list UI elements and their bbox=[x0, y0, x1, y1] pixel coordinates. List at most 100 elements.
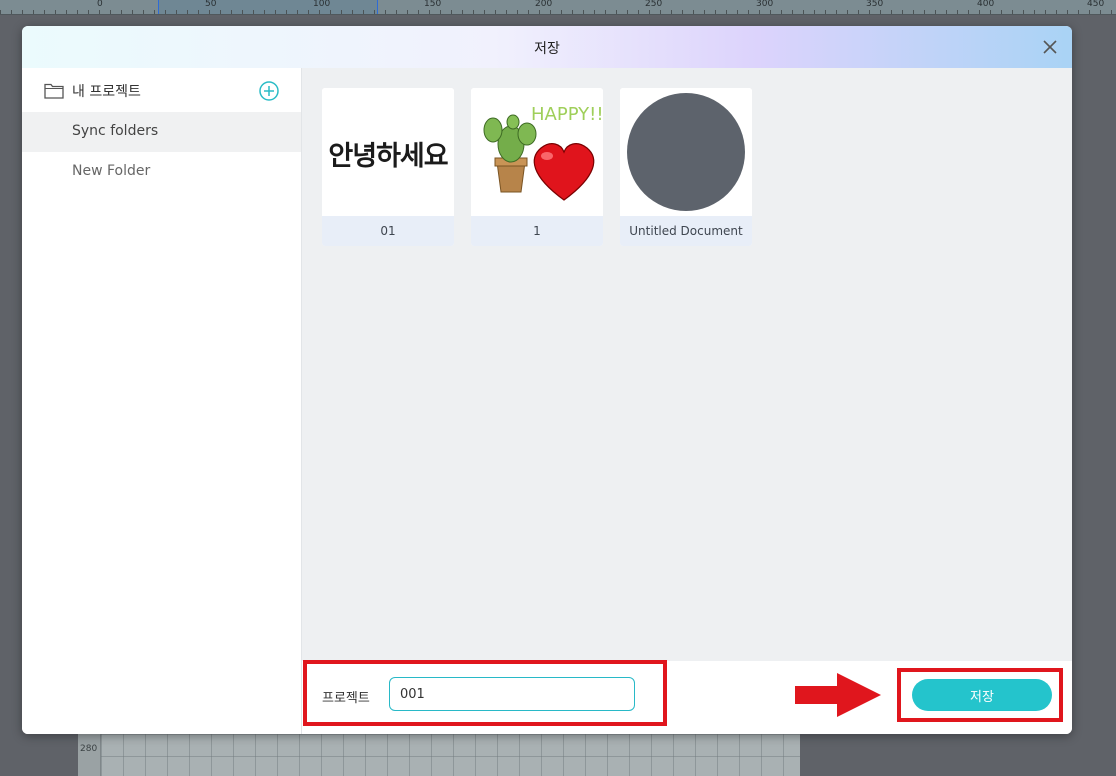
horizontal-ruler: 0 50 100 150 200 250 300 350 400 450 bbox=[0, 0, 1116, 15]
ruler-tick bbox=[1001, 10, 1002, 14]
ruler-tick bbox=[407, 10, 408, 14]
thumbnail-text: 안녕하세요 bbox=[328, 141, 448, 172]
ruler-tick bbox=[55, 10, 56, 14]
thumbnail-text: HAPPY!! bbox=[531, 104, 603, 125]
sidebar-item-label: New Folder bbox=[72, 163, 151, 179]
ruler-tick bbox=[968, 10, 969, 14]
cactus-heart-image: HAPPY!! bbox=[483, 104, 603, 201]
ruler-tick bbox=[990, 10, 991, 14]
ruler-tick bbox=[770, 10, 771, 14]
sidebar-item-sync-folders[interactable]: Sync folders bbox=[22, 112, 301, 152]
ruler-tick bbox=[1078, 10, 1079, 14]
ruler-tick bbox=[352, 10, 353, 14]
ruler-tick bbox=[572, 10, 573, 14]
ruler-tick bbox=[517, 10, 518, 14]
ruler-tick bbox=[385, 10, 386, 14]
ruler-tick bbox=[583, 10, 584, 14]
ruler-tick bbox=[1045, 10, 1046, 14]
ruler-tick bbox=[209, 10, 210, 14]
ruler-tick bbox=[737, 10, 738, 14]
ruler-tick bbox=[242, 10, 243, 14]
ruler-tick bbox=[550, 10, 551, 14]
ruler-tick bbox=[814, 10, 815, 14]
ruler-tick bbox=[671, 10, 672, 14]
ruler-tick bbox=[891, 10, 892, 14]
add-folder-icon[interactable] bbox=[258, 80, 280, 102]
vertical-ruler bbox=[78, 734, 101, 776]
ruler-tick bbox=[649, 10, 650, 14]
ruler-tick bbox=[825, 10, 826, 14]
ruler-tick bbox=[539, 10, 540, 14]
ruler-tick bbox=[605, 10, 606, 14]
ruler-tick bbox=[627, 10, 628, 14]
ruler-label: 100 bbox=[313, 0, 331, 9]
ruler-label: 250 bbox=[645, 0, 663, 9]
ruler-tick bbox=[33, 10, 34, 14]
save-dialog: 저장 내 프로젝트 Sync folders New Folder 안녕하세요 … bbox=[22, 26, 1072, 734]
ruler-label: 300 bbox=[756, 0, 774, 9]
project-thumbnail: 안녕하세요 bbox=[322, 88, 454, 216]
ruler-tick bbox=[22, 10, 23, 14]
ruler-tick bbox=[726, 10, 727, 14]
ruler-tick bbox=[132, 10, 133, 14]
close-icon bbox=[1043, 40, 1057, 54]
ruler-label: 450 bbox=[1087, 0, 1105, 9]
ruler-selection bbox=[158, 0, 378, 14]
sidebar-item-new-folder[interactable]: New Folder bbox=[22, 152, 301, 192]
ruler-tick bbox=[220, 10, 221, 14]
folder-sidebar: 내 프로젝트 Sync folders New Folder bbox=[22, 68, 302, 734]
save-highlight-box bbox=[897, 668, 1063, 722]
my-projects-header[interactable]: 내 프로젝트 bbox=[22, 68, 301, 112]
ruler-tick bbox=[429, 10, 430, 14]
ruler-label: 200 bbox=[535, 0, 553, 9]
ruler-tick bbox=[462, 10, 463, 14]
ruler-tick bbox=[902, 10, 903, 14]
ruler-tick bbox=[704, 10, 705, 14]
project-grid: 안녕하세요 01 HAPPY!! 1 Untitled Document bbox=[302, 68, 1072, 661]
ruler-tick bbox=[660, 10, 661, 14]
ruler-tick bbox=[374, 10, 375, 14]
project-card[interactable]: Untitled Document bbox=[620, 88, 752, 246]
ruler-tick bbox=[1100, 10, 1101, 14]
ruler-tick bbox=[957, 10, 958, 14]
project-card[interactable]: HAPPY!! 1 bbox=[471, 88, 603, 246]
ruler-tick bbox=[418, 10, 419, 14]
ruler-tick bbox=[506, 10, 507, 14]
ruler-tick bbox=[781, 10, 782, 14]
ruler-tick bbox=[286, 10, 287, 14]
ruler-tick bbox=[66, 10, 67, 14]
close-button[interactable] bbox=[1040, 37, 1060, 57]
ruler-tick bbox=[77, 10, 78, 14]
ruler-label: 0 bbox=[97, 0, 103, 9]
ruler-tick bbox=[495, 10, 496, 14]
ruler-label: 400 bbox=[977, 0, 995, 9]
my-projects-label: 내 프로젝트 bbox=[72, 84, 141, 100]
ruler-tick bbox=[979, 10, 980, 14]
ruler-tick bbox=[1056, 10, 1057, 14]
input-highlight-box bbox=[303, 660, 667, 726]
ruler-tick bbox=[44, 10, 45, 14]
ruler-tick bbox=[99, 10, 100, 14]
dialog-title: 저장 bbox=[534, 41, 560, 57]
ruler-tick bbox=[451, 10, 452, 14]
ruler-tick bbox=[693, 10, 694, 14]
ruler-tick bbox=[198, 10, 199, 14]
ruler-tick bbox=[187, 10, 188, 14]
project-card[interactable]: 안녕하세요 01 bbox=[322, 88, 454, 246]
folder-icon bbox=[44, 83, 64, 99]
ruler-tick bbox=[748, 10, 749, 14]
project-thumbnail: HAPPY!! bbox=[471, 88, 603, 216]
ruler-tick bbox=[88, 10, 89, 14]
ruler-tick bbox=[715, 10, 716, 14]
project-name: 1 bbox=[471, 216, 603, 246]
ruler-tick bbox=[594, 10, 595, 14]
ruler-tick bbox=[869, 10, 870, 14]
ruler-tick bbox=[319, 10, 320, 14]
ruler-tick bbox=[363, 10, 364, 14]
ruler-tick bbox=[11, 10, 12, 14]
ruler-tick bbox=[913, 10, 914, 14]
ruler-tick bbox=[1023, 10, 1024, 14]
ruler-tick bbox=[528, 10, 529, 14]
ruler-label: 150 bbox=[424, 0, 442, 9]
ruler-tick bbox=[1012, 10, 1013, 14]
